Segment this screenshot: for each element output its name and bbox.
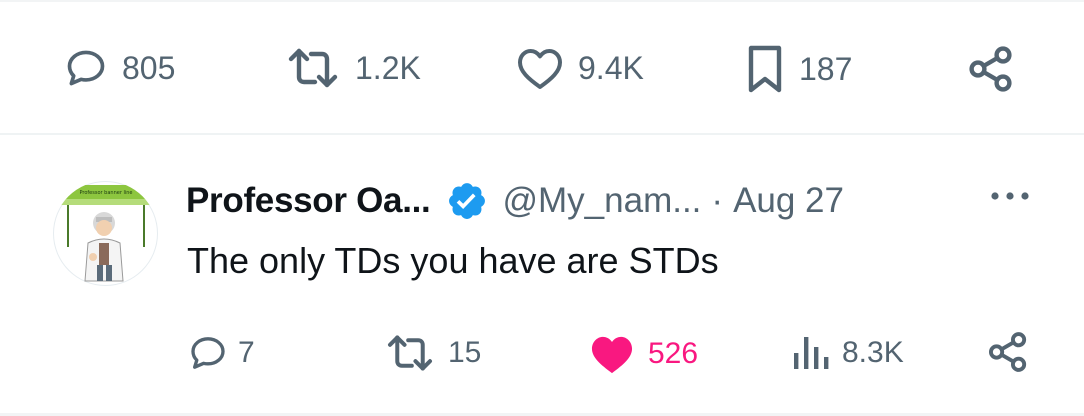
divider — [0, 133, 1084, 135]
bookmark-count: 187 — [799, 51, 853, 87]
avatar[interactable]: Professor banner line — [53, 181, 158, 286]
more-icon — [988, 192, 1032, 210]
views-button[interactable]: 8.3K — [790, 333, 904, 373]
like-count: 526 — [648, 337, 699, 370]
share-button[interactable] — [986, 330, 1030, 374]
retweet-button[interactable]: 15 — [384, 333, 481, 373]
like-icon — [588, 333, 636, 375]
reply-action-bar: 7 15 526 8.3K — [0, 330, 1084, 380]
share-icon — [986, 330, 1030, 374]
reply-icon — [188, 333, 228, 373]
like-count: 9.4K — [578, 50, 644, 86]
view-count: 8.3K — [842, 336, 904, 369]
reply-header: Professor Oa... @My_nam... · Aug 27 — [186, 176, 1066, 226]
main-tweet-action-bar: 805 1.2K 9.4K 187 — [0, 38, 1084, 100]
retweet-icon — [285, 46, 341, 90]
separator-dot: · — [711, 181, 724, 220]
retweet-count: 1.2K — [355, 50, 421, 86]
more-button[interactable] — [988, 186, 1032, 211]
like-button[interactable]: 526 — [588, 333, 698, 375]
bookmark-icon — [745, 44, 785, 94]
reply-button[interactable]: 805 — [64, 46, 175, 90]
share-button[interactable] — [966, 44, 1016, 94]
reply-icon — [64, 46, 108, 90]
retweet-icon — [384, 333, 436, 373]
avatar-banner-text: Professor banner line — [79, 190, 132, 196]
retweet-count: 15 — [448, 336, 482, 369]
reply-button[interactable]: 7 — [188, 333, 255, 373]
retweet-button[interactable]: 1.2K — [285, 46, 421, 90]
bookmark-button[interactable]: 187 — [745, 44, 852, 94]
top-divider — [0, 0, 1084, 2]
share-icon — [966, 44, 1016, 94]
verified-icon — [446, 180, 488, 222]
views-icon — [790, 333, 830, 373]
reply-count: 805 — [122, 50, 176, 86]
timestamp[interactable]: Aug 27 — [733, 181, 844, 221]
reply-count: 7 — [238, 336, 255, 369]
display-name[interactable]: Professor Oa... — [186, 181, 431, 221]
like-icon — [516, 46, 564, 90]
tweet-text: The only TDs you have are STDs — [187, 240, 719, 281]
like-button[interactable]: 9.4K — [516, 46, 644, 90]
handle[interactable]: @My_nam... — [502, 181, 701, 221]
